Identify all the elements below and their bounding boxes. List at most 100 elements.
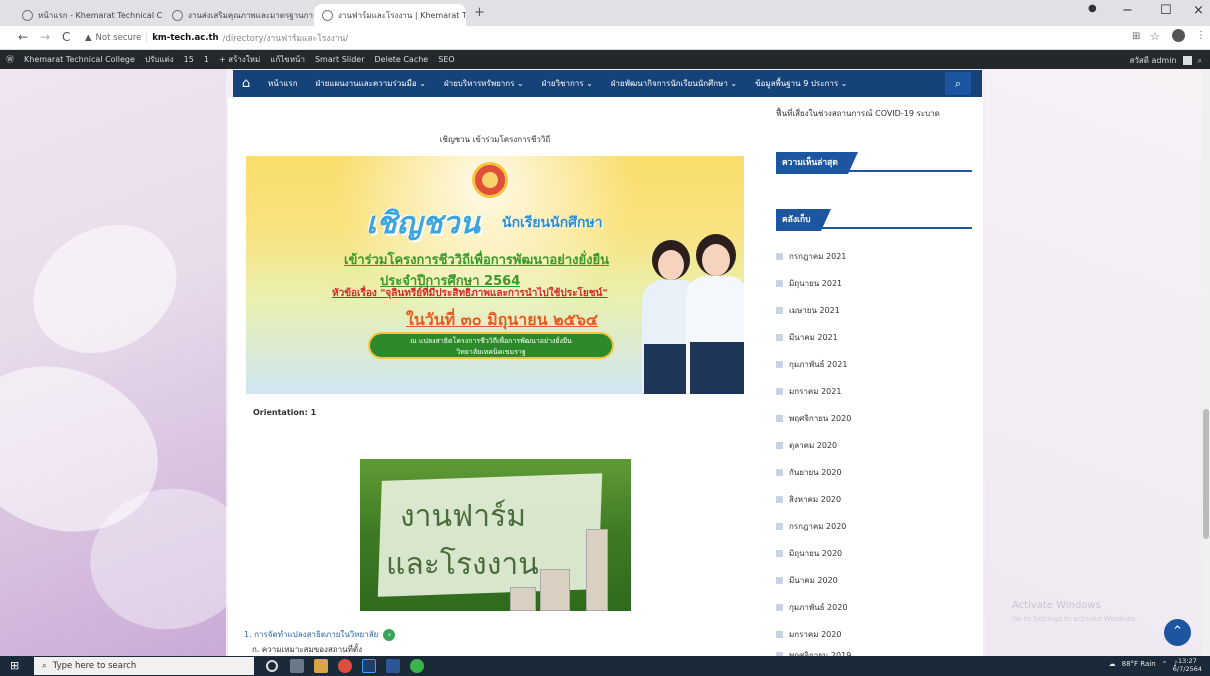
background-right (985, 69, 1210, 656)
close-window-button[interactable]: × (1193, 3, 1204, 18)
globe-icon (322, 9, 333, 21)
task-view-icon[interactable] (290, 659, 304, 673)
archive-item[interactable]: มิถุนายน 2020 (776, 540, 972, 567)
menu-icon[interactable]: ⋮ (1196, 30, 1206, 41)
farm-factory-image[interactable]: งานฟาร์ม และโรงงาน (360, 459, 631, 611)
nav-search-button[interactable]: ⌕ (945, 72, 971, 95)
line-icon[interactable] (410, 659, 424, 673)
archive-item[interactable]: กรกฎาคม 2021 (776, 243, 972, 270)
archive-item[interactable]: กุมภาพันธ์ 2020 (776, 594, 972, 621)
customize-link[interactable]: ปรับแต่ง (145, 53, 174, 66)
maximize-button[interactable]: ☐ (1160, 3, 1172, 18)
building-shape (510, 587, 536, 611)
updates-count[interactable]: 15 (184, 55, 194, 64)
system-tray[interactable]: ☁ 88°F Rain ⌃ ♪ (1109, 660, 1178, 668)
student-face (658, 250, 684, 280)
building-shape (540, 569, 570, 611)
minimize-button[interactable]: − (1122, 3, 1133, 18)
tab-label: งานส่งเสริมคุณภาพและมาตรฐานการศึ (188, 10, 314, 20)
taskbar-search[interactable]: ⌕ Type here to search (34, 657, 254, 675)
word-icon[interactable] (386, 659, 400, 673)
background-left (0, 69, 261, 656)
topic-subitem: ก. ความเหมาะสมของสถานที่ตั้ง (252, 645, 363, 654)
nav-item-home[interactable]: หน้าแรก (259, 77, 307, 90)
tray-arrow-icon[interactable]: ⌃ (1162, 660, 1168, 668)
translate-icon[interactable]: ⊞ (1132, 31, 1140, 42)
globe-icon (22, 9, 33, 21)
archive-item-label: กุมภาพันธ์ 2021 (789, 360, 848, 369)
seo-link[interactable]: SEO (438, 55, 454, 64)
petal-shape (10, 199, 200, 379)
archive-item[interactable]: มีนาคม 2021 (776, 324, 972, 351)
scroll-to-top-button[interactable]: ⌃ (1164, 619, 1191, 646)
folder-icon (776, 523, 783, 530)
weather-text: 88°F Rain (1121, 660, 1156, 668)
comments-count[interactable]: 1 (204, 55, 209, 64)
archive-item[interactable]: มีนาคม 2020 (776, 567, 972, 594)
cortana-icon[interactable] (266, 660, 278, 672)
folder-icon (776, 631, 783, 638)
topic-link-text: 1. การจัดทำแปลงสาธิตภายในวิทยาลัย (244, 630, 379, 639)
new-tab-button[interactable]: + (474, 5, 485, 20)
farm-image-line-1: งานฟาร์ม (400, 499, 526, 534)
tab-home[interactable]: หน้าแรก - Khemarat Technical C × (14, 4, 164, 26)
archive-item[interactable]: เมษายน 2021 (776, 297, 972, 324)
star-icon[interactable]: ☆ (1150, 30, 1160, 43)
profile-icon[interactable] (1172, 29, 1185, 42)
archive-item-label: กันยายน 2020 (789, 468, 842, 477)
back-button[interactable]: ← (18, 30, 28, 44)
file-explorer-icon[interactable] (314, 659, 328, 673)
tab-farm[interactable]: งานฟาร์มและโรงงาน | Khemarat Te × (314, 4, 466, 26)
delete-cache-link[interactable]: Delete Cache (375, 55, 429, 64)
archive-item[interactable]: สิงหาคม 2020 (776, 486, 972, 513)
url-field[interactable]: ▲ Not secure | km-tech.ac.th/directory/ง… (85, 29, 1065, 47)
arrow-circle-icon[interactable]: › (383, 628, 396, 641)
nav-item-student-affairs[interactable]: ฝ่ายพัฒนากิจการนักเรียนนักศึกษา ⌄ (602, 77, 746, 90)
wp-admin-bar: Ⓦ Khemarat Technical College ปรับแต่ง 15… (0, 50, 1210, 69)
banner-venue-college: วิทยาลัยเทคนิคเขมราฐ (456, 348, 526, 356)
home-icon[interactable]: ⌂ (233, 70, 259, 97)
forward-button[interactable]: → (40, 30, 50, 44)
image-orientation: Orientation: 1 (253, 408, 317, 417)
nav-item-planning[interactable]: ฝ่ายแผนงานและความร่วมมือ ⌄ (307, 77, 435, 90)
windows-start-icon[interactable]: ⊞ (10, 659, 24, 673)
event-banner-image[interactable]: เชิญชวน นักเรียนนักศึกษา เข้าร่วมโครงการ… (246, 156, 744, 394)
admin-site-link[interactable]: Khemarat Technical College (24, 55, 135, 64)
smart-slider-link[interactable]: Smart Slider (315, 55, 365, 64)
edit-page-link[interactable]: แก้ไขหน้า (270, 53, 305, 66)
archive-item[interactable]: มกราคม 2020 (776, 621, 972, 648)
page-scrollbar[interactable] (1202, 69, 1210, 656)
account-dot-icon[interactable]: ● (1088, 3, 1097, 14)
new-content-link[interactable]: + สร้างใหม่ (219, 53, 260, 66)
chrome-icon[interactable] (338, 659, 352, 673)
tab-label: งานฟาร์มและโรงงาน | Khemarat Te (338, 10, 466, 20)
folder-icon (776, 415, 783, 422)
archive-item[interactable]: กุมภาพันธ์ 2021 (776, 351, 972, 378)
scrollbar-thumb[interactable] (1203, 409, 1209, 539)
nav-item-academic[interactable]: ฝ่ายวิชาการ ⌄ (533, 77, 602, 90)
folder-icon (776, 280, 783, 287)
taskbar-search-placeholder: Type here to search (52, 661, 137, 671)
topic-link[interactable]: 1. การจัดทำแปลงสาธิตภายในวิทยาลัย › (244, 628, 396, 641)
archive-item[interactable]: พฤศจิกายน 2020 (776, 405, 972, 432)
photoshop-icon[interactable] (362, 659, 376, 673)
archive-item-label: มกราคม 2021 (789, 387, 842, 396)
archive-item[interactable]: มิถุนายน 2021 (776, 270, 972, 297)
wordpress-icon[interactable]: Ⓦ (6, 54, 14, 65)
covid-link[interactable]: ฟื้นที่เสี่ยงในช่วงสถานการณ์ COVID-19 ระ… (776, 107, 940, 120)
nav-item-resources[interactable]: ฝ่ายบริหารทรัพยากร ⌄ (435, 77, 533, 90)
archive-item[interactable]: กันยายน 2020 (776, 459, 972, 486)
taskbar-clock[interactable]: 13:27 6/7/2564 (1173, 657, 1202, 673)
tab-quality[interactable]: งานส่งเสริมคุณภาพและมาตรฐานการศึ × (164, 4, 314, 26)
admin-greeting[interactable]: สวัสดี admin (1129, 54, 1176, 67)
avatar[interactable] (1182, 56, 1192, 65)
search-icon[interactable]: ⌕ (1198, 56, 1202, 66)
archive-item[interactable]: มกราคม 2021 (776, 378, 972, 405)
farm-image-line-2: และโรงงาน (386, 547, 539, 582)
nav-item-basic-info[interactable]: ข้อมูลพื้นฐาน 9 ประการ ⌄ (746, 77, 856, 90)
archive-item-label: สิงหาคม 2020 (789, 495, 842, 504)
archive-item[interactable]: ตุลาคม 2020 (776, 432, 972, 459)
recent-comments-label: ความเห็นล่าสุด (776, 152, 858, 174)
archive-item[interactable]: กรกฎาคม 2020 (776, 513, 972, 540)
reload-button[interactable]: C (62, 30, 70, 44)
